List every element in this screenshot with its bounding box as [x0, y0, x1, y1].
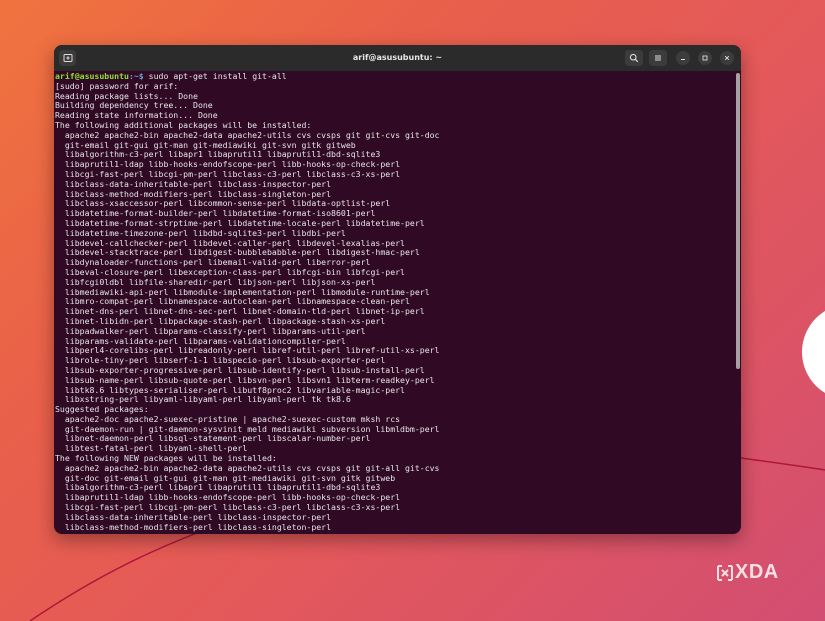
menu-button[interactable]: [649, 50, 667, 66]
terminal-output[interactable]: arif@asusubuntu:~$ sudo apt-get install …: [54, 71, 732, 534]
command-text: sudo apt-get install git-all: [143, 71, 287, 81]
maximize-button[interactable]: [698, 51, 712, 65]
output-line: libclass-method-modifiers-perl libclass-…: [55, 521, 332, 532]
close-icon: [724, 55, 730, 61]
watermark-text: XDA: [735, 561, 779, 583]
title-bar: arif@asusubuntu: ~: [54, 45, 741, 71]
xda-logo-icon: [717, 565, 733, 581]
output-line: libxstring-perl libyaml-libyaml-perl lib…: [55, 394, 351, 405]
search-button[interactable]: [625, 50, 643, 66]
maximize-icon: [702, 55, 708, 61]
prompt-path: :~$: [128, 71, 144, 81]
new-tab-icon: [63, 54, 72, 62]
output-lines: [sudo] password for arif: Reading package…: [55, 81, 732, 533]
search-icon: [629, 53, 639, 63]
minimize-button[interactable]: [676, 51, 690, 65]
prompt-user-host: arif@asusubuntu: [55, 71, 129, 81]
scrollbar-thumb[interactable]: [736, 73, 740, 369]
minimize-icon: [681, 59, 685, 60]
terminal-window: arif@asusubuntu: ~ arif@asusubuntu:~$ su…: [54, 45, 741, 534]
new-tab-button[interactable]: [59, 50, 76, 66]
close-button[interactable]: [720, 51, 734, 65]
hamburger-menu-icon: [655, 55, 661, 61]
